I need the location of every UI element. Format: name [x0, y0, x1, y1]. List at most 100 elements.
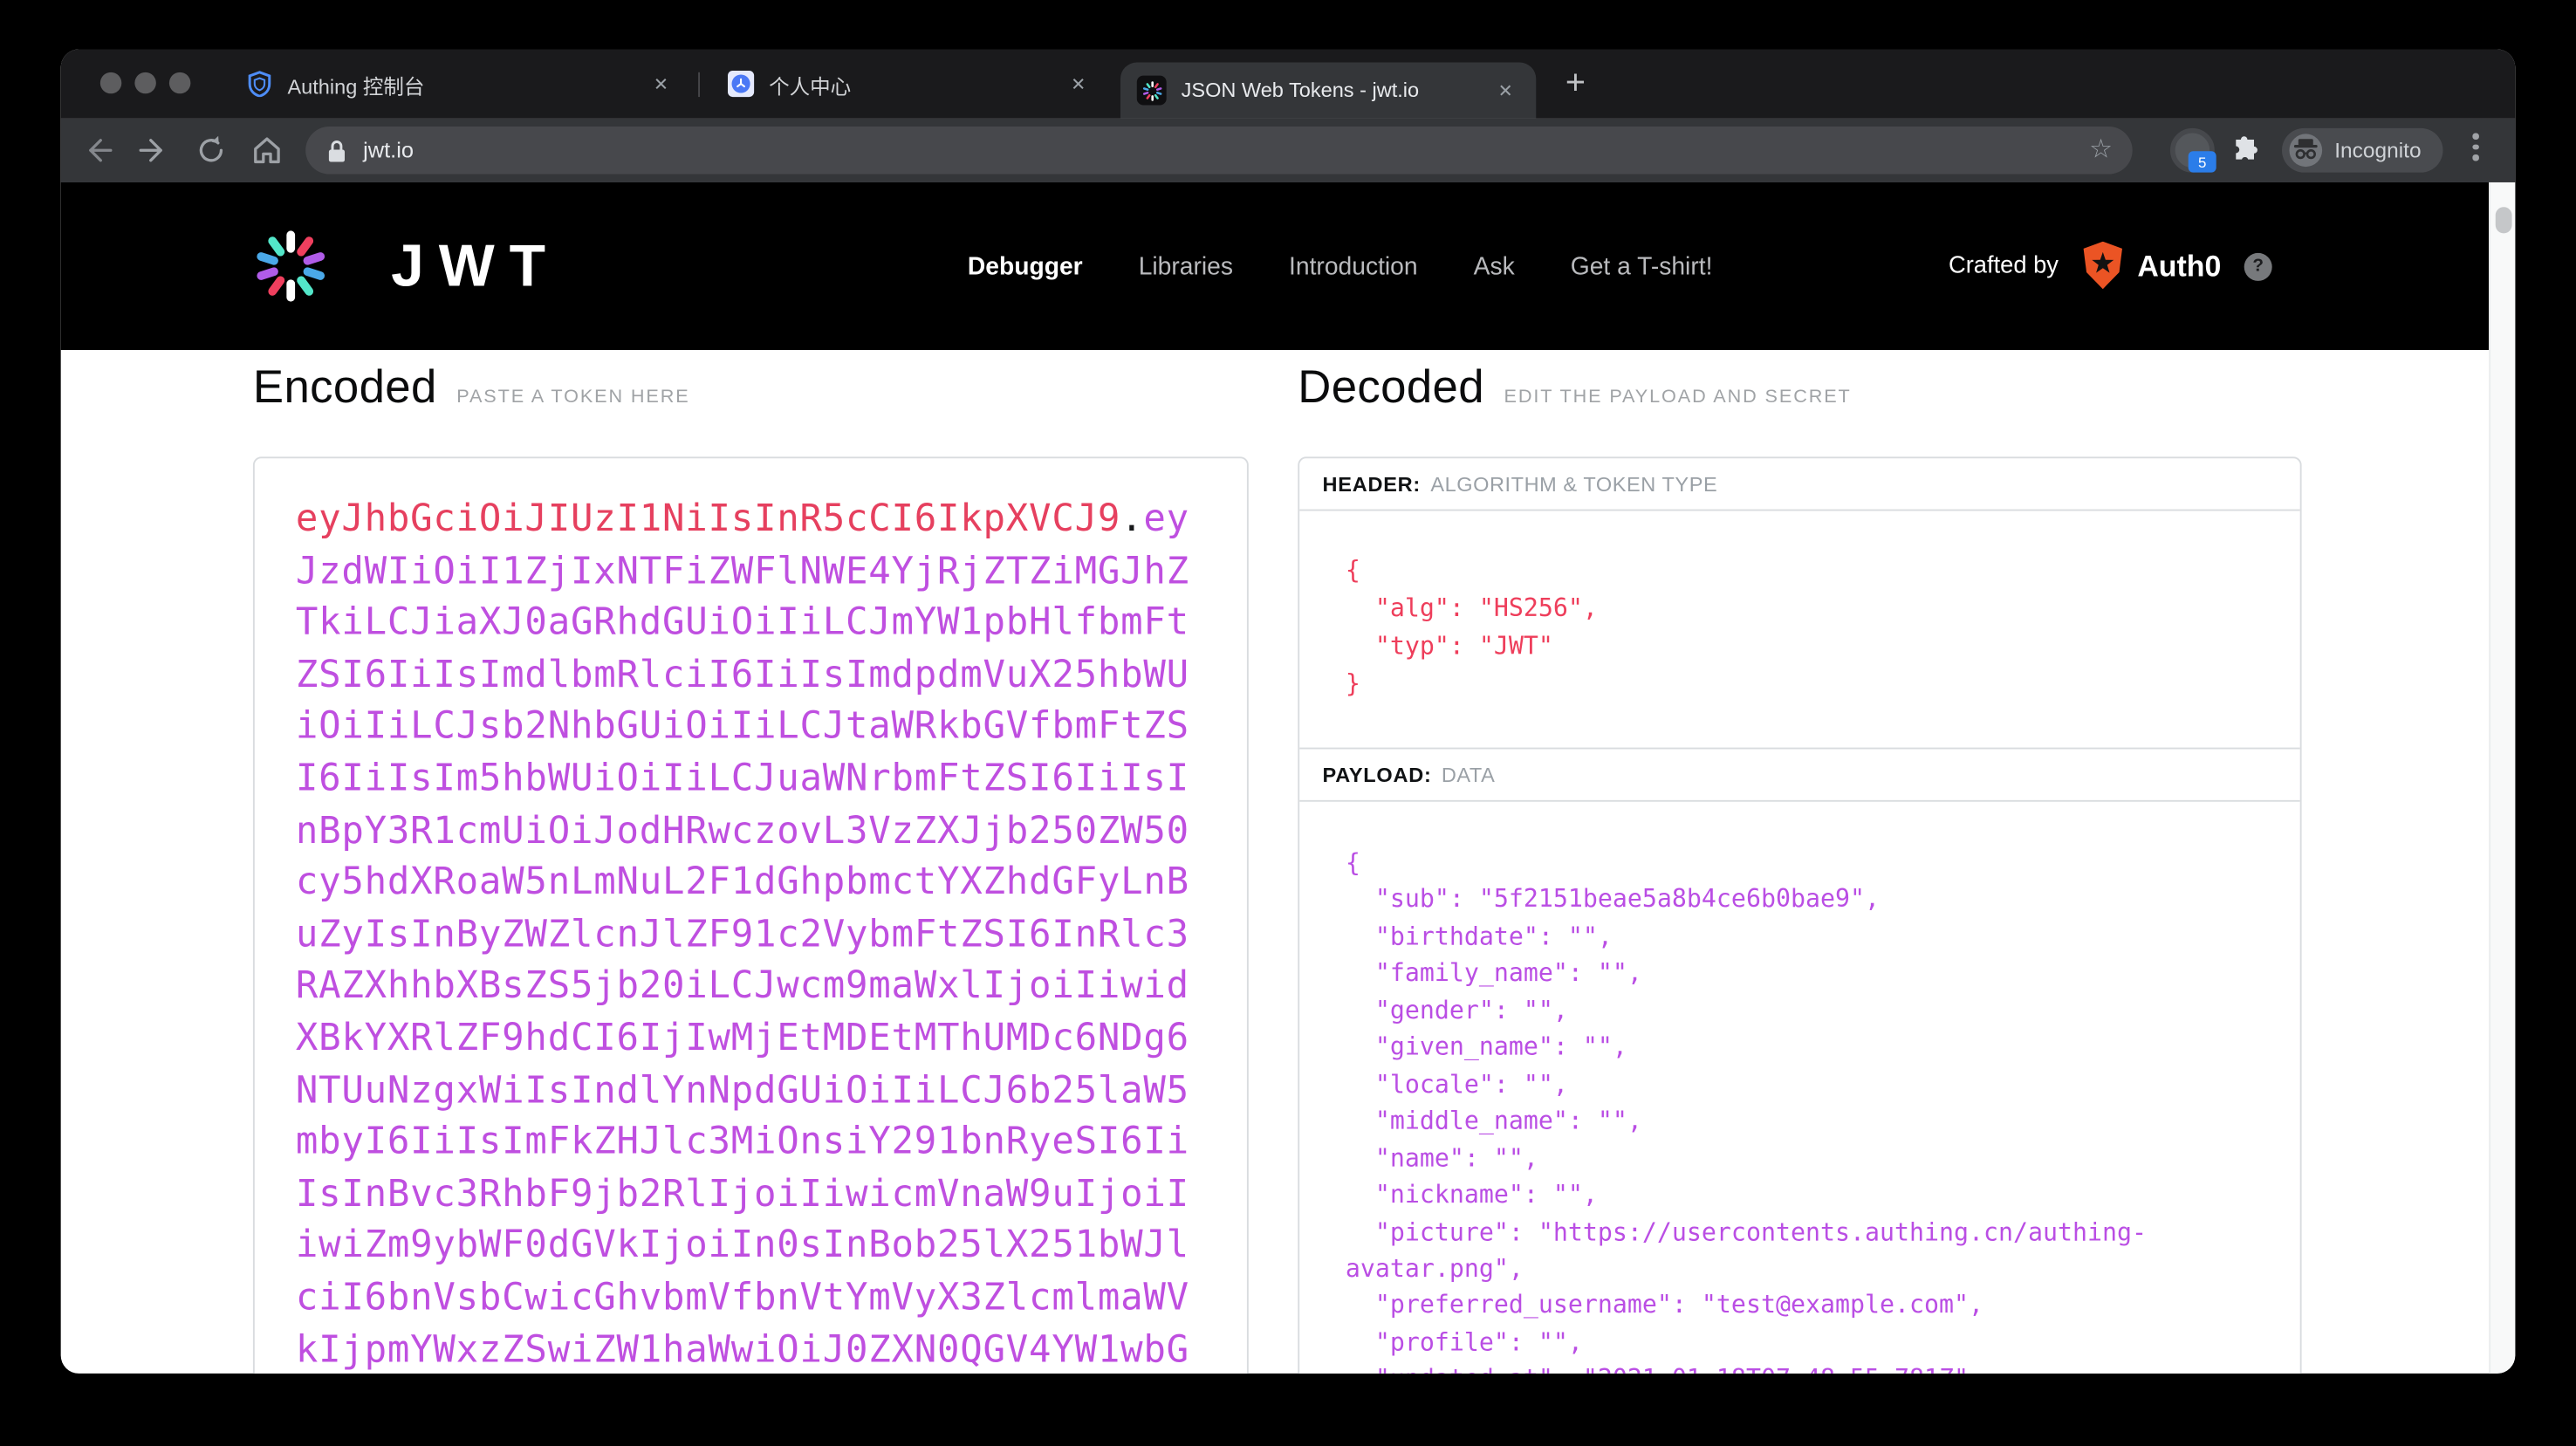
encoded-token-editor[interactable]: eyJhbGciOiJIUzI1NiIsInR5cCI6IkpXVCJ9.eyJ… — [253, 456, 1249, 1374]
incognito-badge: Incognito — [2282, 128, 2442, 173]
token-line: iOiIiLCJsb2NhbGUiOiIiLCJtaWRkbGVfbmFtZS — [296, 702, 1214, 754]
bookmark-star-icon[interactable]: ☆ — [2089, 137, 2113, 163]
decoded-panel: HEADER: ALGORITHM & TOKEN TYPE { "alg": … — [1298, 456, 2301, 1374]
tab-title: JSON Web Tokens - jwt.io — [1182, 79, 1491, 101]
jwt-logo[interactable]: JWT — [253, 182, 560, 350]
personal-center-icon — [728, 71, 754, 97]
jwt-site-header: JWT Debugger Libraries Introduction Ask … — [61, 182, 2490, 350]
tab-close-icon[interactable]: ✕ — [1065, 70, 1093, 98]
token-line: IsInBvc3RhbF9jb2RlIjoiIiwicmVnaW9uIjoiI — [296, 1169, 1214, 1221]
forward-icon[interactable] — [136, 133, 171, 168]
token-header-segment: eyJhbGciOiJIUzI1NiIsInR5cCI6IkpXVCJ9 — [296, 497, 1120, 540]
browser-window: Authing 控制台 ✕ 个人中心 ✕ — [61, 49, 2516, 1373]
json-line: avatar.png", — [1346, 1251, 2287, 1287]
crafted-by-group: Crafted by Auth0 ? — [1949, 182, 2272, 350]
jwt-favicon — [1137, 76, 1167, 106]
token-payload-segment: ey — [1143, 497, 1189, 540]
browser-menu-icon[interactable] — [2472, 133, 2478, 160]
nav-debugger[interactable]: Debugger — [968, 252, 1083, 280]
header-json-editor[interactable]: { "alg": "HS256", "typ": "JWT"} — [1299, 511, 2300, 748]
token-line: I6IiIsIm5hbWUiOiIiLCJuaWNrbmFtZSI6IiIsI — [296, 754, 1214, 805]
url-text[interactable]: jwt.io — [363, 138, 414, 162]
payload-sublabel: DATA — [1442, 763, 1496, 785]
token-line: eyJhbGciOiJIUzI1NiIsInR5cCI6IkpXVCJ9.ey — [296, 495, 1214, 546]
json-line: "family_name": "", — [1346, 955, 2287, 991]
json-line: "nickname": "", — [1346, 1176, 2287, 1213]
token-separator-dot: . — [1120, 497, 1143, 540]
help-button[interactable]: ? — [2244, 252, 2272, 280]
nav-tshirt[interactable]: Get a T-shirt! — [1571, 252, 1713, 280]
incognito-icon — [2289, 133, 2324, 168]
tab-jwt-io[interactable]: JSON Web Tokens - jwt.io ✕ — [1120, 63, 1536, 119]
token-line: uZyIsInByZWZlcnJlZF91c2VybmFtZSI6InRlc3 — [296, 910, 1214, 962]
token-line: nBpY3R1cmUiOiJodHRwczovL3VzZXJjb250ZW50 — [296, 806, 1214, 858]
browser-toolbar: jwt.io ☆ 5 Incognito — [61, 119, 2516, 182]
payload-section-label: PAYLOAD: DATA — [1299, 748, 2300, 802]
window-zoom-button[interactable] — [169, 72, 190, 93]
reload-icon[interactable] — [194, 133, 229, 168]
scrollbar-thumb[interactable] — [2496, 207, 2512, 233]
json-line: } — [1346, 665, 2287, 702]
jwt-wordmark: JWT — [391, 231, 560, 300]
tab-close-icon[interactable]: ✕ — [1491, 77, 1519, 105]
token-line: ciI6bnVsbCwicGhvbmVfbnVtYmVyX3ZlcmlmaWV — [296, 1273, 1214, 1325]
header-section-label: HEADER: ALGORITHM & TOKEN TYPE — [1299, 458, 2300, 511]
home-icon[interactable] — [250, 133, 284, 168]
decoded-title: Decoded — [1298, 361, 1484, 414]
json-line: "sub": "5f2151beae5a8b4ce6b0bae9", — [1346, 881, 2287, 918]
nav-ask[interactable]: Ask — [1474, 252, 1515, 280]
nav-libraries[interactable]: Libraries — [1139, 252, 1233, 280]
auth0-shield-icon — [2081, 242, 2124, 291]
lock-icon[interactable] — [325, 137, 348, 163]
tab-authing-console[interactable]: Authing 控制台 ✕ — [230, 49, 692, 118]
window-close-button[interactable] — [100, 72, 121, 93]
incognito-label: Incognito — [2334, 138, 2421, 162]
token-line: mbyI6IiIsImFkZHJlc3MiOnsiY291bnRyeSI6Ii — [296, 1117, 1214, 1168]
encoded-subtitle: PASTE A TOKEN HERE — [456, 387, 689, 408]
json-line: "preferred_username": "test@example.com"… — [1346, 1287, 2287, 1324]
authing-shield-icon — [246, 71, 272, 97]
address-bar[interactable]: jwt.io ☆ — [305, 127, 2133, 175]
extension-icon[interactable]: 5 — [2170, 128, 2209, 171]
extension-badge: 5 — [2189, 151, 2216, 172]
tab-close-icon[interactable]: ✕ — [647, 70, 675, 98]
json-line: "gender": "", — [1346, 992, 2287, 1029]
json-line: "name": "", — [1346, 1140, 2287, 1176]
json-line: "birthdate": "", — [1346, 918, 2287, 955]
json-line: "given_name": "", — [1346, 1029, 2287, 1066]
auth0-label[interactable]: Auth0 — [2137, 249, 2221, 284]
jwt-pinwheel-icon — [253, 229, 329, 305]
new-tab-button[interactable]: + — [1552, 61, 1599, 107]
encoded-title: Encoded — [253, 361, 437, 414]
json-line: "locale": "", — [1346, 1066, 2287, 1102]
tab-strip: Authing 控制台 ✕ 个人中心 ✕ — [61, 49, 2516, 118]
tab-title: 个人中心 — [769, 68, 1064, 99]
site-nav: Debugger Libraries Introduction Ask Get … — [968, 182, 1713, 350]
tab-personal-center[interactable]: 个人中心 ✕ — [711, 49, 1109, 118]
header-label: HEADER: — [1323, 472, 1421, 495]
payload-json-editor[interactable]: { "sub": "5f2151beae5a8b4ce6b0bae9", "bi… — [1299, 802, 2300, 1374]
token-line: XBkYXRlZF9hdCI6IjIwMjEtMDEtMThUMDc6NDg6 — [296, 1013, 1214, 1065]
json-line: { — [1346, 552, 2287, 590]
json-line: "updated_at": "2021-01-18T07:48:55.781Z" — [1346, 1360, 2287, 1373]
json-line: "picture": "https://usercontents.authing… — [1346, 1213, 2287, 1250]
payload-label: PAYLOAD: — [1323, 763, 1432, 785]
tab-separator — [698, 72, 700, 97]
json-line: "profile": "", — [1346, 1324, 2287, 1360]
nav-introduction[interactable]: Introduction — [1289, 252, 1418, 280]
token-line: RAZXhhbXBsZS5jb20iLCJwcm9maWxlIjoiIiwid — [296, 962, 1214, 1013]
screenshot-stage: Authing 控制台 ✕ 个人中心 ✕ — [0, 0, 2576, 1446]
token-line: ZSI6IiIsImdlbmRlciI6IiIsImdpdmVuX25hbWU — [296, 650, 1214, 702]
crafted-by-label: Crafted by — [1949, 253, 2059, 279]
token-line: NTUuNzgxWiIsIndlYnNpdGUiOiIiLCJ6b25laW5 — [296, 1066, 1214, 1117]
header-sublabel: ALGORITHM & TOKEN TYPE — [1430, 472, 1717, 495]
extensions-puzzle-icon[interactable] — [2230, 134, 2261, 166]
window-minimize-button[interactable] — [134, 72, 155, 93]
encoded-heading-row: Encoded PASTE A TOKEN HERE — [253, 361, 690, 414]
back-icon[interactable] — [80, 133, 115, 168]
token-line: TkiLCJiaXJ0aGRhdGUiOiIiLCJmYW1pbHlfbmFt — [296, 599, 1214, 650]
decoded-heading-row: Decoded EDIT THE PAYLOAD AND SECRET — [1298, 361, 1851, 414]
page-scrollbar[interactable] — [2489, 182, 2515, 1374]
tab-title: Authing 控制台 — [287, 68, 647, 99]
json-line: "middle_name": "", — [1346, 1103, 2287, 1140]
